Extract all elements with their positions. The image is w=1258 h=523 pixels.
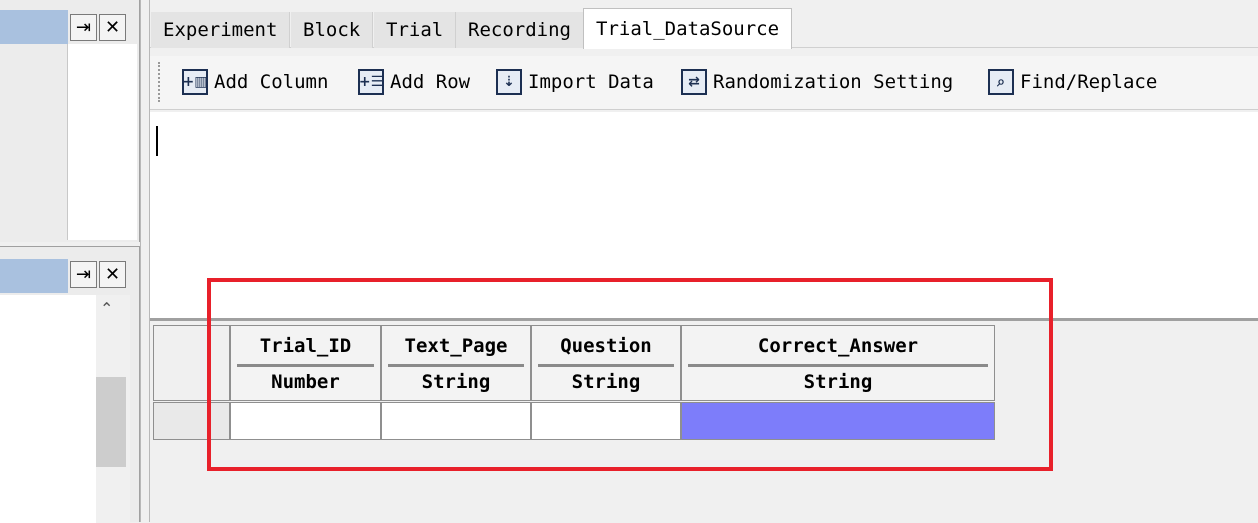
close-icon[interactable]: ✕ — [99, 261, 126, 288]
highlight-annotation-box — [207, 278, 1053, 471]
tab-trial[interactable]: Trial — [374, 12, 457, 48]
tab-block[interactable]: Block — [291, 12, 374, 48]
scroll-up-arrow-icon[interactable]: ⌃ — [100, 299, 113, 318]
add-column-button[interactable]: +▥ Add Column — [182, 66, 328, 98]
pin-icon[interactable]: ⇥ — [70, 261, 97, 288]
pane-title-bar[interactable] — [0, 259, 68, 293]
randomization-setting-label: Randomization Setting — [713, 71, 954, 93]
import-data-label: Import Data — [528, 71, 654, 93]
import-data-button[interactable]: ⇣ Import Data — [496, 66, 654, 98]
add-column-icon: +▥ — [182, 69, 208, 95]
pane-content[interactable] — [0, 295, 96, 523]
add-column-label: Add Column — [214, 71, 329, 93]
left-bottom-pane: ⇥ ✕ ⌃ — [0, 246, 140, 523]
pane-splitter[interactable] — [140, 0, 150, 522]
text-caret — [156, 126, 158, 156]
tab-recording[interactable]: Recording — [456, 12, 584, 48]
find-replace-button[interactable]: ⌕ Find/Replace — [988, 66, 1157, 98]
pane-buttons: ⇥ ✕ — [70, 261, 126, 288]
toolbar-grip[interactable] — [158, 62, 162, 102]
randomization-setting-button[interactable]: ⇄ Randomization Setting — [681, 66, 953, 98]
tab-experiment[interactable]: Experiment — [151, 12, 291, 48]
add-row-button[interactable]: +☰ Add Row — [358, 66, 470, 98]
tab-bar: Experiment Block Trial Recording Trial_D… — [150, 0, 1258, 49]
import-data-icon: ⇣ — [496, 69, 522, 95]
pane-list[interactable] — [67, 44, 137, 240]
add-row-icon: +☰ — [358, 69, 384, 95]
left-top-pane: ⇥ ✕ — [0, 0, 140, 242]
tab-trial-datasource[interactable]: Trial_DataSource — [583, 8, 793, 49]
close-icon[interactable]: ✕ — [99, 14, 126, 41]
pane-title-bar[interactable] — [0, 10, 68, 44]
add-row-label: Add Row — [390, 71, 471, 93]
pane-buttons: ⇥ ✕ — [70, 14, 126, 41]
find-replace-label: Find/Replace — [1020, 71, 1158, 93]
pin-icon[interactable]: ⇥ — [70, 14, 97, 41]
binoculars-icon: ⌕ — [988, 69, 1014, 95]
scrollbar-thumb[interactable] — [96, 377, 126, 467]
randomization-icon: ⇄ — [681, 69, 707, 95]
